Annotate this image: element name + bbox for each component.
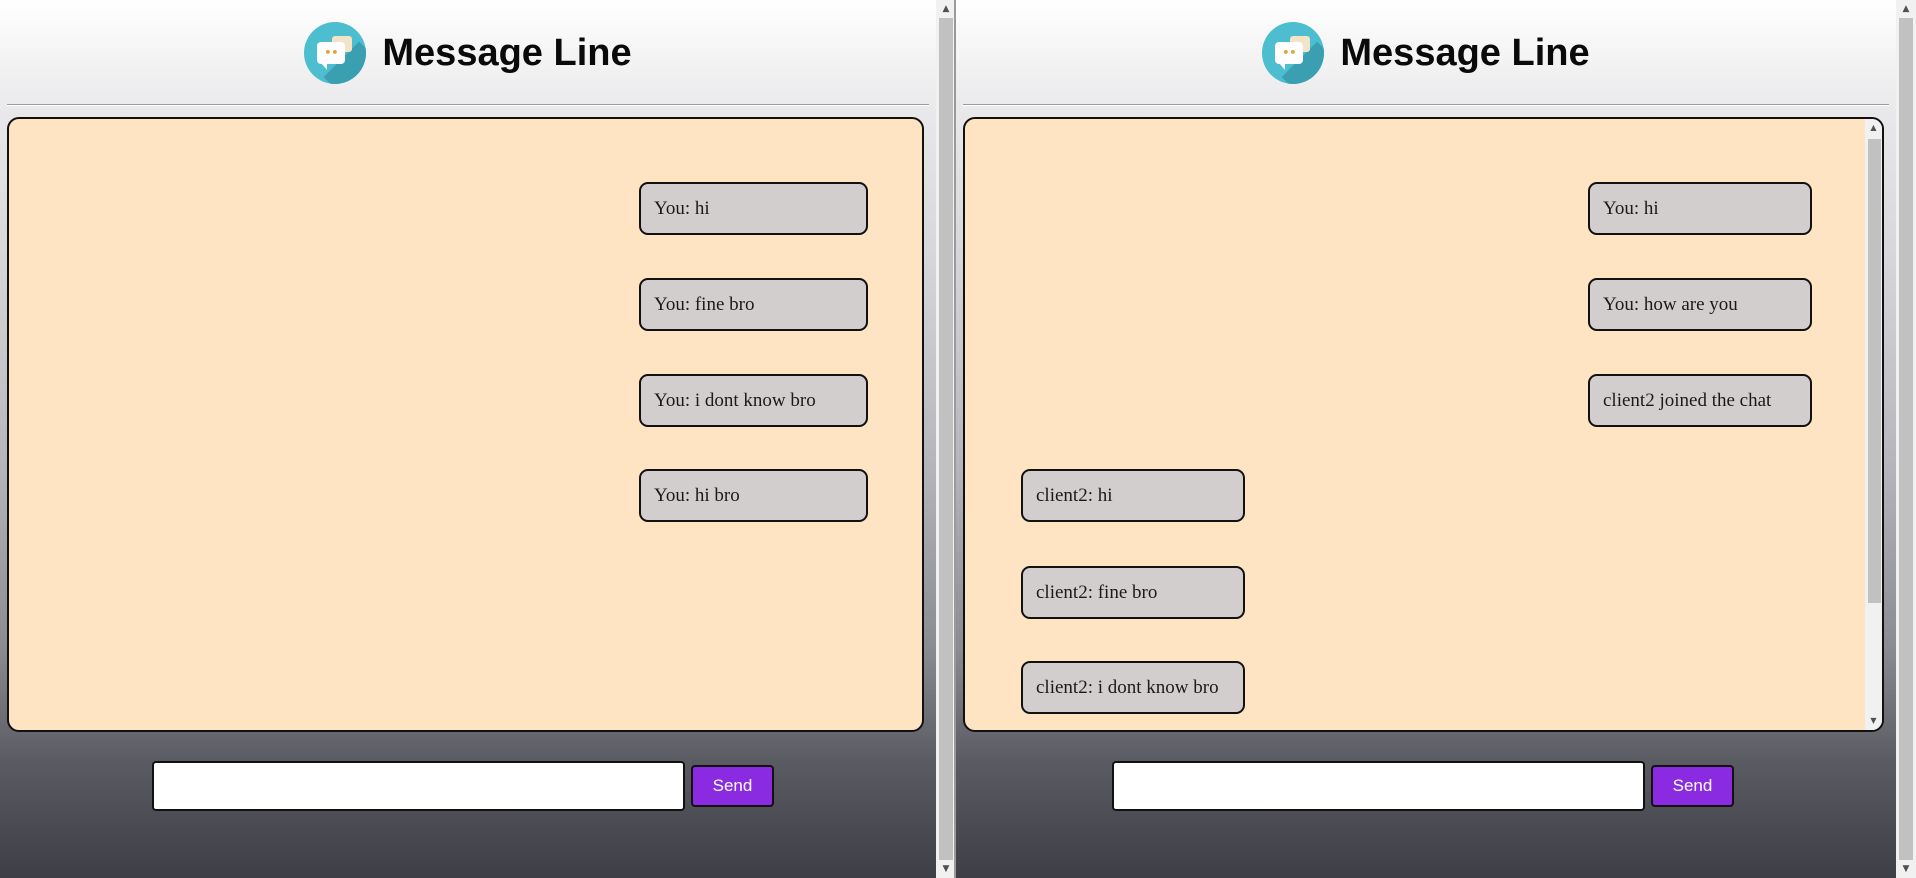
scroll-down-arrow-icon[interactable]: ▼	[936, 860, 956, 878]
right-page-scrollbar[interactable]: ▲ ▼	[1896, 0, 1916, 878]
scroll-down-arrow-icon[interactable]: ▼	[1896, 860, 1916, 878]
message-bubble: You: how are you	[1588, 278, 1812, 331]
scrollbar-thumb[interactable]	[1868, 139, 1881, 603]
message-bubble: client2 joined the chat	[1588, 374, 1812, 427]
app-title: Message Line	[1340, 31, 1590, 74]
chat-message-area[interactable]: You: hi You: how are you client2 joined …	[963, 117, 1884, 732]
left-page-scrollbar[interactable]: ▲ ▼	[936, 0, 956, 878]
message-bubble: You: hi bro	[639, 469, 868, 522]
chat-message-area[interactable]: You: hi You: fine bro You: i dont know b…	[7, 117, 924, 732]
scrollbar-thumb[interactable]	[1899, 18, 1913, 860]
message-input[interactable]	[152, 761, 685, 811]
message-bubble: client2: i dont know bro	[1021, 661, 1245, 714]
message-bubble: You: fine bro	[639, 278, 868, 331]
message-input[interactable]	[1112, 761, 1645, 811]
send-button[interactable]: Send	[1651, 765, 1734, 807]
chat-bubble-logo-icon: ••	[1262, 22, 1325, 84]
app-title: Message Line	[382, 31, 632, 74]
chat-scrollbar[interactable]: ▲ ▼	[1865, 119, 1882, 730]
app-header: •• Message Line	[956, 18, 1896, 88]
chat-bubble-logo-icon: ••	[304, 22, 367, 84]
composer: Send	[0, 761, 936, 811]
composer: Send	[956, 761, 1896, 811]
message-bubble: client2: fine bro	[1021, 566, 1245, 619]
send-button[interactable]: Send	[691, 765, 774, 807]
left-client-window: •• Message Line You: hi You: fine bro Yo…	[0, 0, 936, 878]
scrollbar-thumb[interactable]	[939, 18, 953, 860]
scroll-up-arrow-icon[interactable]: ▲	[936, 0, 956, 18]
header-divider	[7, 104, 929, 106]
message-bubble: client2: hi	[1021, 469, 1245, 522]
message-bubble: You: hi	[639, 182, 868, 235]
app-header: •• Message Line	[0, 18, 936, 88]
message-bubble: You: hi	[1588, 182, 1812, 235]
scroll-up-arrow-icon[interactable]: ▲	[1896, 0, 1916, 18]
message-bubble: You: i dont know bro	[639, 374, 868, 427]
header-divider	[963, 104, 1889, 106]
scroll-down-arrow-icon[interactable]: ▼	[1865, 712, 1882, 730]
scroll-up-arrow-icon[interactable]: ▲	[1865, 119, 1882, 137]
right-client-window: •• Message Line You: hi You: how are you…	[956, 0, 1896, 878]
